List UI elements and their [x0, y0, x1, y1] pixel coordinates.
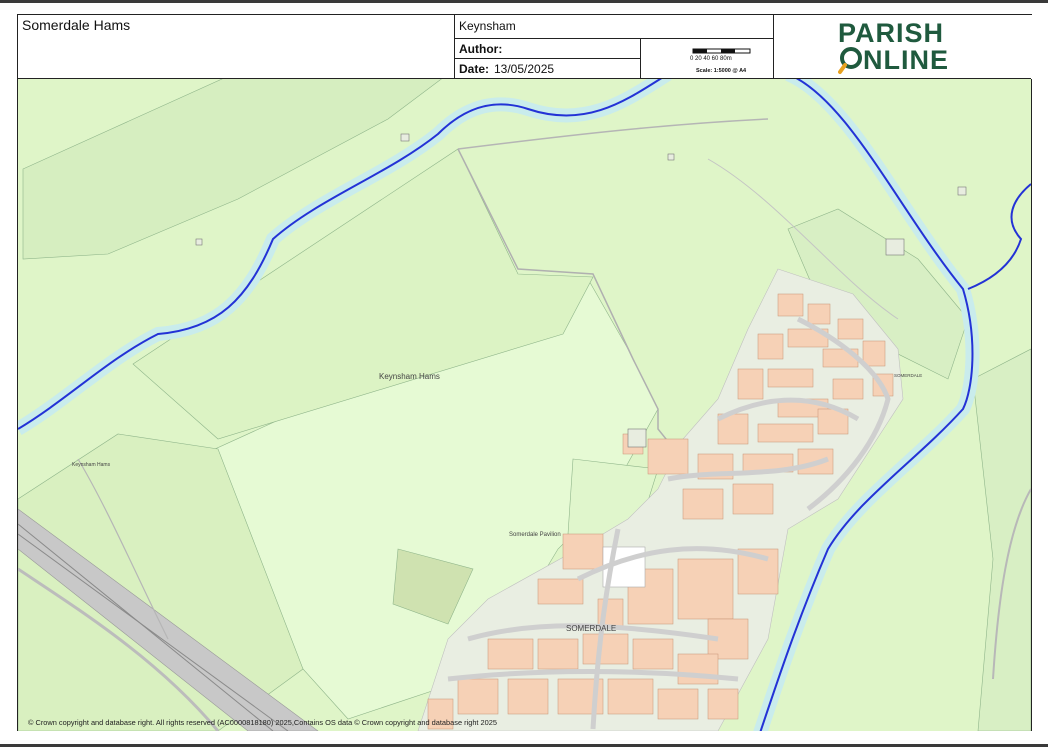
scale-text: Scale: 1:5000 @ A4 [696, 68, 747, 74]
label-somerdale: SOMERDALE [566, 624, 616, 633]
magnifier-icon [838, 47, 862, 74]
author-label: Author: [459, 42, 503, 56]
label-keynsham-hams-small: Keynsham Hams [72, 462, 111, 468]
date-label: Date: [459, 62, 490, 76]
logo-parish: PARISH [838, 18, 945, 48]
location-name: Keynsham [459, 19, 516, 33]
map-title: Somerdale Hams [22, 17, 131, 33]
label-somerdale-small: SOMERDALE [894, 373, 922, 378]
date-cell: Date: 13/05/2025 [454, 58, 641, 79]
author-cell: Author: [454, 38, 641, 59]
date-value: 13/05/2025 [494, 62, 555, 76]
map-drawing[interactable]: Keynsham Hams Keynsham Hams Somerdale Pa… [18, 79, 1031, 731]
copyright-notice: © Crown copyright and database right. Al… [28, 718, 497, 727]
scale-ticks: 0 20 40 60 80m [690, 56, 732, 62]
map-canvas[interactable]: Keynsham Hams Keynsham Hams Somerdale Pa… [18, 78, 1031, 731]
logo-cell: PARISH NLINE [773, 15, 1032, 79]
label-somerdale-pavilion: Somerdale Pavilion [509, 532, 561, 538]
map-sheet: Somerdale Hams Keynsham Author: Date: 13… [17, 14, 1032, 731]
title-cell: Somerdale Hams [18, 15, 455, 39]
top-border [0, 0, 1048, 3]
location-cell: Keynsham [454, 15, 774, 39]
label-keynsham-hams: Keynsham Hams [379, 372, 440, 381]
logo-online: NLINE [863, 45, 949, 75]
title-blank-cell [18, 38, 455, 78]
scale-bar-cell: 0 20 40 60 80m Scale: 1:5000 @ A4 [640, 38, 774, 79]
